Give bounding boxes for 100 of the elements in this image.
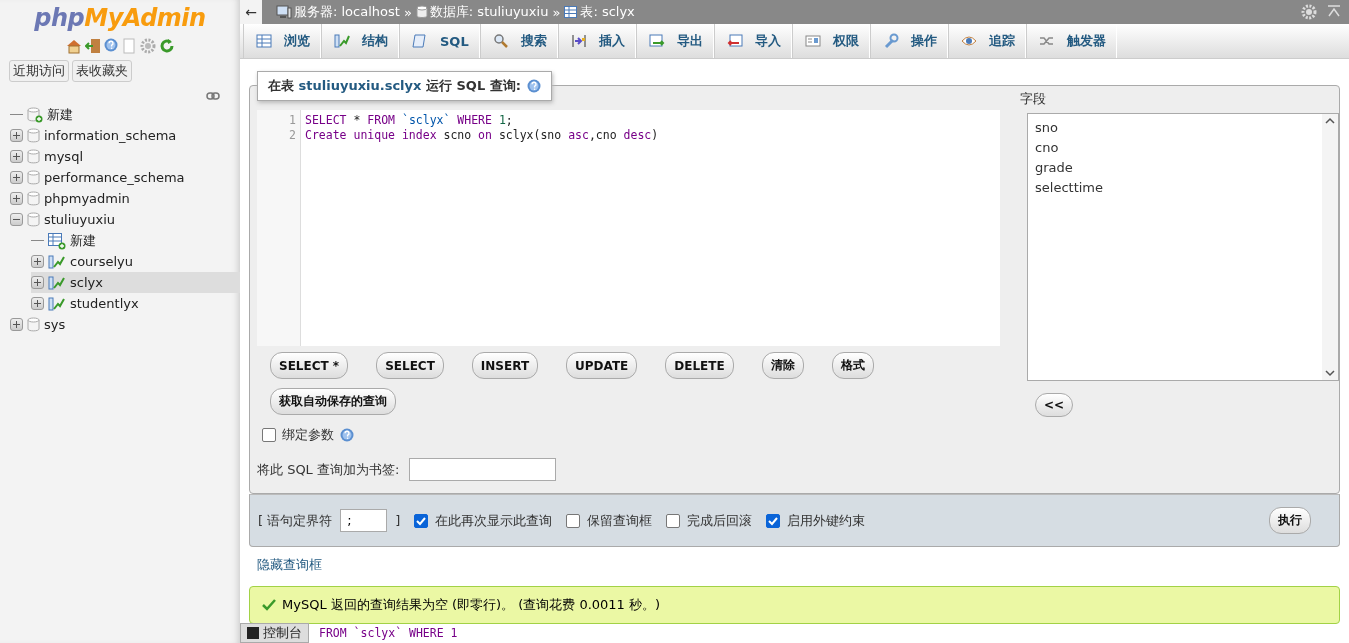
expand-icon[interactable] [31, 276, 44, 289]
database-icon [27, 212, 40, 227]
tab[interactable]: 触发器 [1025, 24, 1117, 58]
id-card-icon [804, 33, 821, 49]
database-icon [27, 317, 40, 332]
tab[interactable]: SQL [399, 24, 480, 58]
query-button[interactable]: SELECT * [270, 352, 349, 379]
logo[interactable]: phpMyAdmin [34, 4, 206, 32]
expand-icon[interactable] [10, 129, 23, 142]
collapse-icon[interactable] [10, 213, 23, 226]
tab[interactable]: 导出 [635, 24, 714, 58]
expand-icon[interactable] [10, 318, 23, 331]
query-button[interactable]: SELECT [376, 352, 444, 379]
expand-icon[interactable] [31, 255, 44, 268]
query-button[interactable]: 清除 [761, 352, 804, 379]
back-button[interactable]: ← [240, 0, 262, 24]
sidebar-tab[interactable]: 表收藏夹 [72, 60, 132, 82]
tree-item[interactable]: performance_schema [10, 167, 240, 188]
home-icon[interactable] [65, 38, 82, 54]
tab[interactable]: 搜索 [479, 24, 558, 58]
help-icon[interactable] [103, 38, 118, 52]
database-icon [27, 191, 40, 206]
expand-icon[interactable] [10, 171, 23, 184]
scroll-down-icon[interactable] [1325, 369, 1335, 377]
tab[interactable]: 权限 [791, 24, 870, 58]
insert-icon [570, 33, 587, 49]
field-option[interactable]: sno [1035, 118, 1315, 138]
structure-icon[interactable] [48, 295, 66, 312]
tree-item[interactable]: sys [10, 314, 240, 335]
breadcrumb-link[interactable]: 数据库: stuliuyuxiu [429, 3, 549, 21]
console-button[interactable]: 控制台 [240, 623, 309, 643]
search-icon [492, 33, 509, 49]
checkbox-label: 在此再次显示此查询 [435, 511, 553, 530]
query-button[interactable]: 格式 [831, 352, 874, 379]
terminal-icon [247, 627, 259, 639]
tree-item[interactable]: courselyu [31, 251, 240, 272]
query-button[interactable]: DELETE [665, 352, 734, 379]
breadcrumb-link[interactable]: 服务器: localhost [294, 3, 400, 21]
link-icon[interactable] [206, 92, 220, 100]
query-button[interactable]: UPDATE [566, 352, 638, 379]
delimiter-field[interactable]: ; [340, 509, 388, 532]
checkbox[interactable] [262, 428, 276, 442]
field-option[interactable]: selecttime [1035, 178, 1315, 198]
legend-text: 在表 stuliuyuxiu.sclyx 运行 SQL 查询: [268, 77, 521, 95]
code-line: Create unique index scno on sclyx(sno asc,cno desc) [305, 128, 659, 143]
help-icon[interactable] [526, 79, 541, 93]
insert-field-button[interactable]: << [1035, 393, 1074, 417]
checkbox[interactable] [414, 513, 429, 528]
expand-icon[interactable] [10, 150, 23, 163]
checkbox[interactable] [566, 513, 581, 528]
fields-list[interactable]: sno cno grade selecttime [1027, 113, 1339, 381]
tab[interactable]: 追踪 [947, 24, 1026, 58]
checkbox[interactable] [766, 513, 781, 528]
breadcrumb-link[interactable]: 表: sclyx [580, 3, 635, 21]
exit-icon[interactable] [84, 38, 101, 54]
tab[interactable]: 操作 [869, 24, 948, 58]
tree-item[interactable]: mysql [10, 146, 240, 167]
bookmark-field[interactable] [409, 458, 557, 481]
sql-editor[interactable]: 1 2 SELECT * FROM `sclyx` WHERE 1; Create unique index scno on sclyx(sno asc,cno desc) [257, 110, 1000, 346]
new-database-icon[interactable] [27, 106, 43, 123]
tree-item[interactable]: 新建 [31, 230, 240, 251]
tab[interactable]: 导入 [713, 24, 792, 58]
expand-icon[interactable] [10, 192, 23, 205]
tree-item[interactable]: sclyx [31, 272, 240, 293]
tree-item[interactable]: stuliuyuxiu [10, 209, 240, 230]
checkbox[interactable] [666, 513, 681, 528]
database-icon [27, 128, 40, 143]
sidebar-tab[interactable]: 近期访问 [9, 60, 69, 82]
line-number: 1 [288, 113, 296, 128]
scroll-icon [412, 33, 428, 49]
expand-icon[interactable] [31, 297, 44, 310]
export-icon [648, 33, 665, 49]
tab[interactable]: 结构 [321, 24, 399, 58]
message-text: MySQL 返回的查询结果为空 (即零行)。 (查询花费 0.0011 秒。) [282, 596, 661, 614]
tree-item[interactable]: studentlyx [31, 293, 240, 314]
check-icon [262, 599, 276, 611]
field-option[interactable]: grade [1035, 158, 1315, 178]
structure-icon[interactable] [48, 253, 66, 270]
scroll-up-icon[interactable] [1325, 117, 1335, 125]
tree-item[interactable]: information_schema [10, 125, 240, 146]
go-button[interactable]: 执行 [1269, 507, 1311, 534]
field-option[interactable]: cno [1035, 138, 1315, 158]
wrench-icon [882, 33, 899, 49]
tab[interactable]: 浏览 [243, 24, 321, 58]
bookmark-label: 将此 SQL 查询加为书签: [257, 460, 400, 479]
help-icon[interactable] [340, 428, 354, 442]
autosave-button[interactable]: 获取自动保存的查询 [270, 388, 396, 415]
tree-item[interactable]: 新建 [10, 104, 240, 125]
hide-query-link[interactable]: 隐藏查询框 [257, 556, 322, 574]
new-table-icon[interactable] [48, 231, 66, 250]
reload-icon[interactable] [158, 38, 175, 54]
computer-icon [276, 5, 292, 19]
tree-item[interactable]: phpmyadmin [10, 188, 240, 209]
table-icon [256, 33, 272, 49]
breadcrumb-separator: » [403, 4, 412, 20]
tab[interactable]: 插入 [557, 24, 636, 58]
query-button[interactable]: INSERT [471, 352, 539, 379]
structure-icon [334, 33, 350, 49]
code-line: SELECT * FROM `sclyx` WHERE 1; [305, 113, 514, 128]
structure-icon[interactable] [48, 274, 66, 291]
